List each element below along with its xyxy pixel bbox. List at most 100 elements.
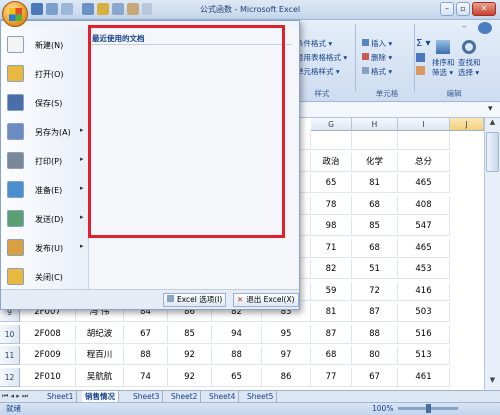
grid-cell[interactable]: 68 bbox=[311, 346, 352, 365]
office-menu-item[interactable]: 关闭(C) bbox=[5, 263, 85, 291]
grid-cell[interactable]: 政治 bbox=[311, 152, 352, 172]
column-header[interactable]: I bbox=[398, 118, 450, 131]
grid-cell[interactable]: 81 bbox=[352, 174, 398, 193]
cell-styles-button[interactable]: 单元格样式 ▾ bbox=[296, 66, 347, 80]
new-quick-icon[interactable] bbox=[82, 3, 94, 15]
undo-quick-icon[interactable] bbox=[46, 3, 58, 15]
grid-cell[interactable]: 513 bbox=[398, 346, 450, 365]
row-header[interactable]: 11 bbox=[0, 346, 20, 365]
sheet-tab[interactable]: Sheet2 bbox=[168, 391, 202, 402]
office-menu-item[interactable]: 新建(N) bbox=[5, 31, 85, 59]
grid-cell[interactable]: 胡纪波 bbox=[76, 324, 124, 344]
grid-cell[interactable]: 程百川 bbox=[76, 346, 124, 365]
minimize-button[interactable]: – bbox=[440, 2, 454, 16]
grid-cell[interactable]: 92 bbox=[168, 367, 212, 387]
grid-cell[interactable]: 88 bbox=[212, 346, 262, 365]
office-button[interactable] bbox=[2, 1, 28, 27]
grid-cell[interactable]: 化学 bbox=[352, 152, 398, 172]
office-menu-item[interactable]: 打开(O) bbox=[5, 60, 85, 88]
grid-cell[interactable]: 465 bbox=[398, 174, 450, 193]
office-menu-item[interactable]: 另存为(A) ▸ bbox=[5, 118, 85, 146]
tab-nav-first-icon[interactable]: ⏮ ◂ ▸ ⏭ bbox=[2, 392, 28, 401]
delete-button[interactable]: 删除 ▾ bbox=[362, 52, 392, 66]
column-header[interactable]: J bbox=[450, 118, 484, 131]
column-header[interactable]: G bbox=[311, 118, 352, 131]
maximize-button[interactable]: ▫ bbox=[456, 2, 470, 16]
grid-cell[interactable] bbox=[352, 131, 398, 150]
grid-cell[interactable]: 461 bbox=[398, 367, 450, 387]
grid-cell[interactable]: 68 bbox=[352, 195, 398, 215]
grid-cell[interactable] bbox=[398, 131, 450, 150]
grid-cell[interactable]: 85 bbox=[352, 217, 398, 236]
grid-cell[interactable]: 59 bbox=[311, 281, 352, 301]
fill-icon[interactable] bbox=[416, 53, 425, 62]
row-header[interactable]: 10 bbox=[0, 324, 20, 344]
zoom-slider-handle[interactable] bbox=[426, 404, 431, 413]
grid-cell[interactable]: 67 bbox=[124, 324, 168, 344]
sheet-tab[interactable]: 销售情况 bbox=[82, 391, 119, 402]
grid-cell[interactable]: 94 bbox=[212, 324, 262, 344]
scroll-down-icon[interactable]: ▼ bbox=[486, 376, 499, 387]
grid-cell[interactable]: 87 bbox=[311, 324, 352, 344]
office-menu-item[interactable]: 发布(U) ▸ bbox=[5, 234, 85, 262]
grid-cell[interactable]: 80 bbox=[352, 346, 398, 365]
grid-cell[interactable]: 82 bbox=[311, 260, 352, 279]
preview-quick-icon[interactable] bbox=[127, 3, 139, 15]
row-header[interactable]: 12 bbox=[0, 367, 20, 387]
conditional-format-button[interactable]: 条件格式 ▾ bbox=[296, 38, 347, 52]
ribbon-minimize-icon[interactable]: – bbox=[462, 22, 467, 32]
grid-cell[interactable]: 68 bbox=[352, 238, 398, 258]
grid-cell[interactable]: 86 bbox=[262, 367, 311, 387]
office-menu-item[interactable]: 准备(E) ▸ bbox=[5, 176, 85, 204]
autosum-icon[interactable]: Σ ▾ bbox=[416, 38, 431, 49]
sheet-tab[interactable]: Sheet1 bbox=[44, 391, 78, 402]
grid-cell[interactable]: 65 bbox=[311, 174, 352, 193]
grid-cell[interactable]: 465 bbox=[398, 238, 450, 258]
grid-cell[interactable]: 503 bbox=[398, 303, 450, 322]
grid-cell[interactable]: 72 bbox=[352, 281, 398, 301]
clear-icon[interactable] bbox=[416, 66, 425, 75]
grid-cell[interactable]: 88 bbox=[352, 324, 398, 344]
grid-cell[interactable]: 85 bbox=[168, 324, 212, 344]
zoom-level[interactable]: 100% bbox=[372, 403, 393, 415]
office-menu-item[interactable]: 打印(P) ▸ bbox=[5, 147, 85, 175]
office-menu-item[interactable]: 保存(S) bbox=[5, 89, 85, 117]
grid-cell[interactable]: 2F010 bbox=[20, 367, 76, 387]
grid-cell[interactable] bbox=[311, 131, 352, 150]
grid-cell[interactable]: 74 bbox=[124, 367, 168, 387]
grid-cell[interactable]: 65 bbox=[212, 367, 262, 387]
grid-cell[interactable]: 71 bbox=[311, 238, 352, 258]
scroll-thumb[interactable] bbox=[486, 132, 499, 172]
excel-options-button[interactable]: Excel 选项(I) bbox=[163, 293, 227, 307]
grid-cell[interactable]: 2F009 bbox=[20, 346, 76, 365]
grid-cell[interactable]: 2F008 bbox=[20, 324, 76, 344]
grid-cell[interactable]: 78 bbox=[311, 195, 352, 215]
vertical-scrollbar[interactable]: ▲ ▼ bbox=[484, 118, 500, 390]
grid-cell[interactable]: 98 bbox=[311, 217, 352, 236]
grid-cell[interactable]: 77 bbox=[311, 367, 352, 387]
print-quick-icon[interactable] bbox=[112, 3, 124, 15]
table-format-button[interactable]: 套用表格格式 ▾ bbox=[296, 52, 347, 66]
exit-excel-button[interactable]: ✕ 退出 Excel(X) bbox=[233, 293, 299, 307]
grid-cell[interactable]: 51 bbox=[352, 260, 398, 279]
sheet-tab[interactable]: Sheet3 bbox=[130, 391, 164, 402]
grid-cell[interactable]: 总分 bbox=[398, 152, 450, 172]
save-quick-icon[interactable] bbox=[31, 3, 43, 15]
column-header[interactable]: H bbox=[352, 118, 398, 131]
office-menu-item[interactable]: 发送(D) ▸ bbox=[5, 205, 85, 233]
sheet-tab[interactable]: Sheet4 bbox=[206, 391, 240, 402]
sheet-tab[interactable]: Sheet5 bbox=[244, 391, 278, 402]
grid-cell[interactable]: 97 bbox=[262, 346, 311, 365]
grid-cell[interactable]: 81 bbox=[311, 303, 352, 322]
grid-cell[interactable]: 87 bbox=[352, 303, 398, 322]
customize-quick-icon[interactable] bbox=[142, 3, 152, 15]
grid-cell[interactable]: 408 bbox=[398, 195, 450, 215]
scroll-up-icon[interactable]: ▲ bbox=[486, 118, 499, 129]
sort-filter-button[interactable]: 排序和 筛选 ▾ bbox=[432, 58, 455, 78]
find-select-button[interactable]: 查找和 选择 ▾ bbox=[458, 58, 481, 78]
formula-expand-icon[interactable]: ▾ bbox=[488, 104, 493, 114]
grid-cell[interactable]: 67 bbox=[352, 367, 398, 387]
open-quick-icon[interactable] bbox=[97, 3, 109, 15]
redo-quick-icon[interactable] bbox=[61, 3, 73, 15]
grid-cell[interactable]: 吴航航 bbox=[76, 367, 124, 387]
